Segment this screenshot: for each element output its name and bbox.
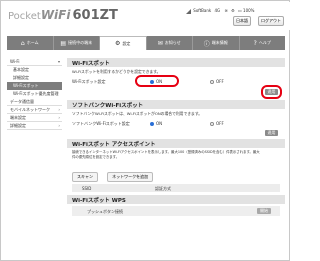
tab-settings[interactable]: ⚙ 設定	[100, 36, 147, 50]
page-frame: PocketWiFi 601ZT SoftBank 4G ≋ ⚙ ▭ 100% 日…	[0, 0, 290, 261]
highlight-ring	[135, 75, 179, 87]
softbank-spot-setting-label: ソフトバンクWi-Fiスポット設定	[72, 121, 130, 126]
network-label: 4G	[214, 8, 221, 13]
chevron-right-icon: ›	[58, 107, 60, 112]
sidebar-group-advanced[interactable]: 詳細設定 ›	[7, 122, 62, 130]
home-icon: ⌂	[20, 39, 25, 47]
logout-button[interactable]: ログアウト	[258, 16, 284, 26]
main-nav: ⌂ ホーム ▤ 接続中の端末 ⚙ 設定 ✉ お知らせ ⓘ 端末情報 ? ヘルプ	[7, 36, 285, 50]
sidebar-group-device-settings[interactable]: 端末設定 ›	[7, 114, 62, 122]
tab-home[interactable]: ⌂ ホーム	[7, 36, 54, 50]
softbank-spot-off-radio[interactable]: OFF	[210, 121, 224, 126]
tab-notifications[interactable]: ✉ お知らせ	[147, 36, 193, 50]
tab-help[interactable]: ? ヘルプ	[240, 36, 286, 50]
sidebar-group-mobile-network[interactable]: モバイルネットワーク ›	[7, 106, 62, 114]
softbank-spot-apply-button[interactable]: 適用	[265, 130, 278, 136]
col-ssid: SSID	[82, 186, 92, 191]
highlight-ring	[261, 85, 282, 99]
sidebar-group-wifi[interactable]: Wi-Fi ▾	[7, 58, 62, 66]
wps-start-button[interactable]: 開始	[257, 208, 271, 214]
softbank-spot-apply-row: 適用	[67, 128, 285, 139]
softbank-spot-on-radio[interactable]: ON	[150, 121, 162, 126]
softbank-spot-description: ソフトバンクWi-Fiスポットは、Wi-FiスポットがONの場合で利用できます。	[72, 111, 203, 116]
sidebar-item-wifi-spot[interactable]: Wi-Fiスポット	[7, 82, 62, 90]
access-point-table-header: SSID 認証方式	[72, 184, 280, 192]
header: PocketWiFi 601ZT SoftBank 4G ≋ ⚙ ▭ 100% 日…	[2, 2, 290, 30]
tab-device-info[interactable]: ⓘ 端末情報	[193, 36, 240, 50]
settings-gear-icon: ⚙	[231, 8, 235, 13]
scan-button[interactable]: スキャン	[72, 172, 98, 182]
sidebar-item-basic[interactable]: 基本設定	[7, 66, 62, 74]
devices-icon: ▤	[60, 39, 67, 47]
brand-logo: PocketWiFi 601ZT	[8, 8, 118, 23]
sidebar-item-detail[interactable]: 詳細設定	[7, 74, 62, 82]
sidebar-item-wifi-spot-priority[interactable]: Wi-Fiスポット優先度管理	[7, 90, 62, 98]
radio-selected-icon	[150, 121, 154, 126]
chevron-down-icon: ▾	[57, 59, 60, 64]
wifi-spot-setting-row: Wi-Fiスポット設定 ON OFF	[67, 75, 285, 87]
battery-icon: ▭	[237, 8, 242, 13]
battery-label: 100%	[243, 8, 255, 13]
section-title-wifi-spot: Wi-Fiスポット	[67, 58, 285, 67]
gear-icon: ⚙	[115, 40, 121, 47]
wifi-spot-setting-label: Wi-Fiスポット設定	[72, 79, 106, 84]
mail-icon: ✉	[157, 39, 163, 47]
section-title-access-point: Wi-Fiスポット アクセスポイント	[67, 139, 285, 148]
access-point-description: 接続できるインターネットWi-Fiアクセスポイントを表示します。最大100（登録…	[72, 150, 260, 159]
col-auth: 認証方式	[155, 186, 171, 191]
softbank-spot-setting-row: ソフトバンクWi-Fiスポット設定 ON OFF	[67, 119, 285, 128]
wifi-spot-off-radio[interactable]: OFF	[210, 79, 224, 84]
status-bar: SoftBank 4G ≋ ⚙ ▭ 100%	[186, 8, 254, 14]
add-network-button[interactable]: ネットワークを追加	[107, 172, 154, 182]
signal-icon	[186, 8, 191, 14]
radio-unselected-icon	[210, 121, 214, 126]
carrier-label: SoftBank	[193, 8, 212, 13]
section-title-softbank-spot: ソフトバンクWi-Fiスポット	[67, 100, 285, 109]
wps-push-label: プッシュボタン接続	[87, 209, 123, 214]
help-icon: ?	[253, 39, 257, 47]
info-icon: ⓘ	[203, 40, 210, 48]
sidebar: Wi-Fi ▾ 基本設定 詳細設定 Wi-Fiスポット Wi-Fiスポット優先度管…	[7, 58, 62, 130]
main-content: Wi-Fiスポット Wi-Fiスポットを利用するかどうかを設定できます。 Wi-…	[67, 58, 285, 216]
chevron-right-icon: ›	[58, 115, 60, 120]
wifi-icon: ≋	[224, 8, 228, 13]
wps-push-row: プッシュボタン接続 開始	[72, 206, 280, 216]
radio-unselected-icon	[210, 79, 214, 84]
wifi-spot-apply-row: 適用	[67, 85, 285, 100]
sidebar-item-data-usage[interactable]: データ通信量	[7, 98, 62, 106]
language-select[interactable]: 日本語	[233, 16, 251, 26]
access-point-actions: スキャン ネットワークを追加	[67, 162, 285, 184]
section-title-wps: Wi-Fiスポット WPS	[67, 195, 285, 204]
chevron-right-icon: ›	[58, 123, 60, 128]
tab-connected-devices[interactable]: ▤ 接続中の端末	[54, 36, 100, 50]
